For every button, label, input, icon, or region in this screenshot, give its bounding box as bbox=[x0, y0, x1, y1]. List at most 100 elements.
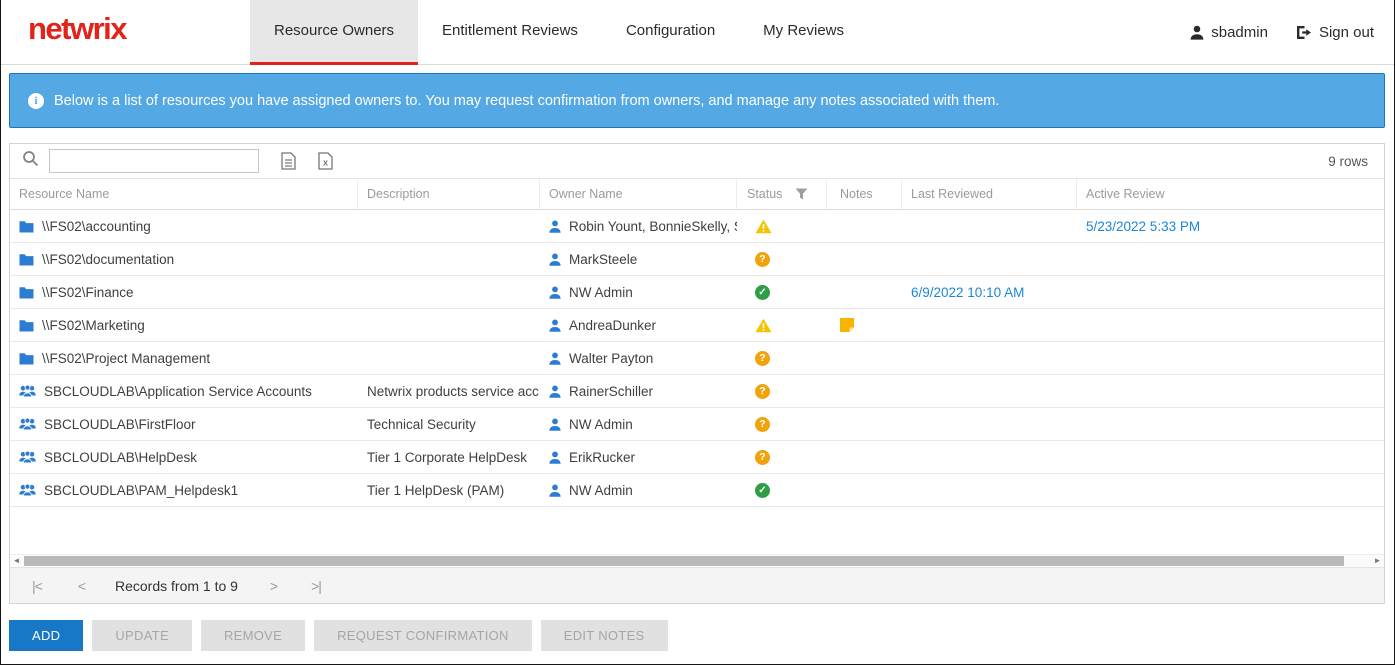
resource-name-label: \\FS02\Finance bbox=[42, 285, 134, 300]
netwrix-logo: netwrix bbox=[28, 11, 126, 47]
owner-name-label: MarkSteele bbox=[569, 252, 637, 267]
table-row[interactable]: SBCLOUDLAB\Application Service Accounts N… bbox=[10, 375, 1384, 408]
person-icon bbox=[549, 451, 561, 464]
person-icon bbox=[549, 352, 561, 365]
resource-name-cell: SBCLOUDLAB\FirstFloor bbox=[10, 408, 358, 440]
resource-name-label: \\FS02\Project Management bbox=[42, 351, 210, 366]
table-row[interactable]: \\FS02\documentationMarkSteele? bbox=[10, 243, 1384, 276]
last-reviewed-cell bbox=[902, 408, 1077, 440]
remove-button: REMOVE bbox=[201, 620, 305, 651]
owner-name-cell: Robin Yount, BonnieSkelly, Sc bbox=[540, 210, 737, 242]
last-reviewed-cell bbox=[902, 375, 1077, 407]
scroll-left-arrow-icon[interactable]: ◄ bbox=[10, 555, 23, 567]
person-icon bbox=[549, 286, 561, 299]
resource-name-cell: \\FS02\Finance bbox=[10, 276, 358, 308]
column-header-owner-name[interactable]: Owner Name bbox=[540, 179, 737, 209]
tab-entitlement-reviews[interactable]: Entitlement Reviews bbox=[418, 0, 602, 65]
owner-name-cell: NW Admin bbox=[540, 474, 737, 506]
description-label: Tier 1 HelpDesk (PAM) bbox=[367, 483, 504, 498]
notes-cell bbox=[827, 342, 902, 374]
table-row[interactable]: SBCLOUDLAB\FirstFloorTechnical SecurityN… bbox=[10, 408, 1384, 441]
column-header-description[interactable]: Description bbox=[358, 179, 540, 209]
export-document-icon[interactable] bbox=[281, 152, 296, 170]
table-row[interactable]: SBCLOUDLAB\PAM_Helpdesk1 Tier 1 HelpDesk … bbox=[10, 474, 1384, 507]
previous-page-button[interactable]: < bbox=[78, 578, 85, 594]
owner-name-cell: MarkSteele bbox=[540, 243, 737, 275]
sign-out-button[interactable]: Sign out bbox=[1296, 24, 1374, 41]
status-question-icon: ? bbox=[755, 450, 770, 465]
tab-configuration[interactable]: Configuration bbox=[602, 0, 739, 65]
sign-out-icon bbox=[1296, 25, 1312, 40]
active-review-cell bbox=[1077, 408, 1384, 440]
notes-cell bbox=[827, 441, 902, 473]
table-row[interactable]: \\FS02\Project ManagementWalter Payton? bbox=[10, 342, 1384, 375]
resource-name-label: SBCLOUDLAB\Application Service Accounts bbox=[44, 384, 312, 399]
status-filter-icon[interactable] bbox=[795, 188, 808, 200]
status-cell: ✓ bbox=[737, 474, 827, 506]
column-header-status[interactable]: Status bbox=[737, 179, 827, 209]
resource-name-label: SBCLOUDLAB\PAM_Helpdesk1 bbox=[44, 483, 238, 498]
owner-name-cell: NW Admin bbox=[540, 276, 737, 308]
active-review-cell bbox=[1077, 441, 1384, 473]
search-icon bbox=[22, 150, 39, 172]
notes-cell bbox=[827, 375, 902, 407]
resource-name-cell: \\FS02\Project Management bbox=[10, 342, 358, 374]
column-header-notes[interactable]: Notes bbox=[827, 179, 902, 209]
table-row[interactable]: \\FS02\accountingRobin Yount, BonnieSkel… bbox=[10, 210, 1384, 243]
tab-resource-owners[interactable]: Resource Owners bbox=[250, 0, 418, 65]
row-count: 9 rows bbox=[1328, 154, 1372, 169]
notes-cell bbox=[827, 276, 902, 308]
owner-name-cell: RainerSchiller bbox=[540, 375, 737, 407]
active-review-cell bbox=[1077, 276, 1384, 308]
person-icon bbox=[549, 319, 561, 332]
owner-name-label: ErikRucker bbox=[569, 450, 635, 465]
owner-name-label: NW Admin bbox=[569, 417, 633, 432]
status-cell: ? bbox=[737, 243, 827, 275]
horizontal-scrollbar[interactable]: ◄ ► bbox=[10, 554, 1384, 567]
last-reviewed-cell bbox=[902, 243, 1077, 275]
column-header-last-reviewed[interactable]: Last Reviewed bbox=[902, 179, 1077, 209]
resource-name-cell: SBCLOUDLAB\PAM_Helpdesk1 bbox=[10, 474, 358, 506]
description-cell bbox=[358, 276, 540, 308]
owner-name-label: Walter Payton bbox=[569, 351, 653, 366]
action-buttons: ADDUPDATEREMOVEREQUEST CONFIRMATIONEDIT … bbox=[9, 620, 668, 651]
svg-text:x: x bbox=[323, 158, 328, 168]
table-header: Resource Name Description Owner Name Sta… bbox=[10, 179, 1384, 210]
search-input[interactable] bbox=[49, 149, 259, 173]
description-cell bbox=[358, 342, 540, 374]
status-ok-icon: ✓ bbox=[755, 483, 770, 498]
tab-my-reviews[interactable]: My Reviews bbox=[739, 0, 868, 65]
first-page-button[interactable]: |< bbox=[32, 578, 42, 594]
status-cell bbox=[737, 309, 827, 341]
table-row[interactable]: SBCLOUDLAB\HelpDeskTier 1 Corporate Help… bbox=[10, 441, 1384, 474]
person-icon bbox=[549, 253, 561, 266]
resource-name-label: \\FS02\Marketing bbox=[42, 318, 145, 333]
user-area: sbadmin Sign out bbox=[1190, 0, 1374, 65]
notes-cell bbox=[827, 243, 902, 275]
table-row[interactable]: \\FS02\FinanceNW Admin✓6/9/2022 10:10 AM bbox=[10, 276, 1384, 309]
description-cell bbox=[358, 243, 540, 275]
username-label: sbadmin bbox=[1211, 24, 1268, 41]
next-page-button[interactable]: > bbox=[270, 578, 277, 594]
active-review-link[interactable]: 5/23/2022 5:33 PM bbox=[1086, 219, 1200, 234]
table-row[interactable]: \\FS02\MarketingAndreaDunker bbox=[10, 309, 1384, 342]
group-icon bbox=[19, 418, 36, 431]
last-reviewed-cell: 6/9/2022 10:10 AM bbox=[902, 276, 1077, 308]
resource-name-cell: \\FS02\Marketing bbox=[10, 309, 358, 341]
group-icon bbox=[19, 451, 36, 464]
status-cell bbox=[737, 210, 827, 242]
resource-name-cell: SBCLOUDLAB\Application Service Accounts bbox=[10, 375, 358, 407]
last-reviewed-link[interactable]: 6/9/2022 10:10 AM bbox=[911, 285, 1024, 300]
last-page-button[interactable]: >| bbox=[311, 578, 321, 594]
add-button[interactable]: ADD bbox=[9, 620, 83, 651]
table-body: \\FS02\accountingRobin Yount, BonnieSkel… bbox=[10, 210, 1384, 554]
column-header-active-review[interactable]: Active Review bbox=[1077, 179, 1384, 209]
description-cell: Netwrix products service acc bbox=[358, 375, 540, 407]
resource-name-label: SBCLOUDLAB\HelpDesk bbox=[44, 450, 197, 465]
current-user[interactable]: sbadmin bbox=[1190, 24, 1268, 41]
top-navigation-bar: netwrix Resource Owners Entitlement Revi… bbox=[1, 0, 1394, 65]
scrollbar-thumb[interactable] bbox=[24, 556, 1344, 566]
export-excel-icon[interactable]: x bbox=[318, 152, 333, 170]
scroll-right-arrow-icon[interactable]: ► bbox=[1371, 555, 1384, 567]
column-header-resource-name[interactable]: Resource Name bbox=[10, 179, 358, 209]
